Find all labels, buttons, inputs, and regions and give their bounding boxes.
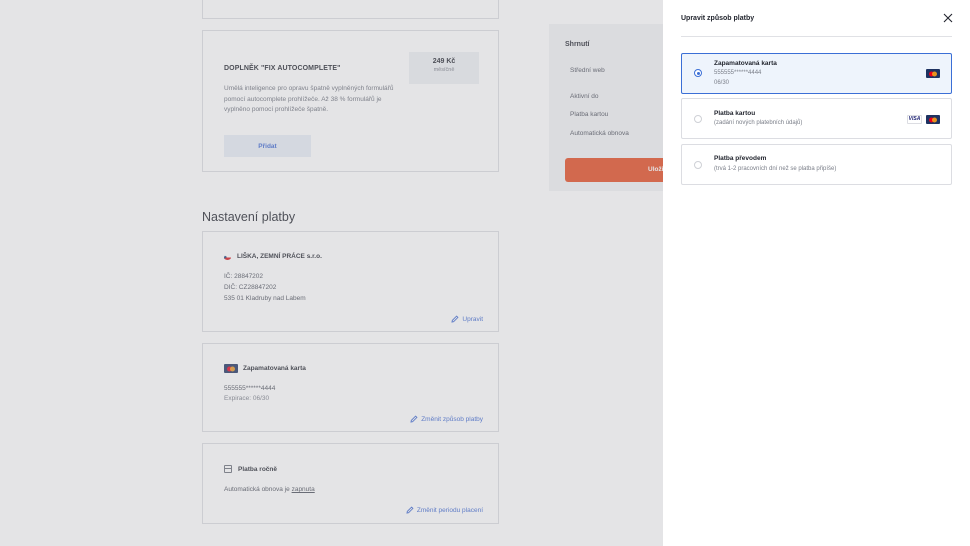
mastercard-icon [926,69,940,78]
option-description: (trvá 1-2 pracovních dní než se platba p… [714,166,837,172]
visa-icon: VISA [907,115,922,124]
modal-title: Upravit způsob platby [681,15,755,22]
close-icon[interactable] [942,12,954,24]
option-card-payment[interactable]: Platba kartou (zadání nových platebních … [681,98,952,139]
option-card-number: 555555******4444 [714,70,762,76]
radio-card-payment[interactable] [694,115,702,123]
radio-saved-card[interactable] [694,69,702,77]
option-title: Platba kartou [714,110,756,117]
option-card-expiry: 06/30 [714,80,730,86]
modal-backdrop[interactable] [0,0,663,546]
payment-method-modal: Upravit způsob platby Zapamatovaná karta… [663,0,970,546]
modal-divider [681,36,952,37]
option-title: Zapamatovaná karta [714,60,777,67]
radio-bank-transfer[interactable] [694,161,702,169]
option-saved-card[interactable]: Zapamatovaná karta 555555******4444 06/3… [681,53,952,94]
option-title: Platba převodem [714,155,767,162]
option-bank-transfer[interactable]: Platba převodem (trvá 1-2 pracovních dní… [681,144,952,185]
option-description: (zadání nových platebních údajů) [714,120,803,126]
mastercard-icon [926,115,940,124]
